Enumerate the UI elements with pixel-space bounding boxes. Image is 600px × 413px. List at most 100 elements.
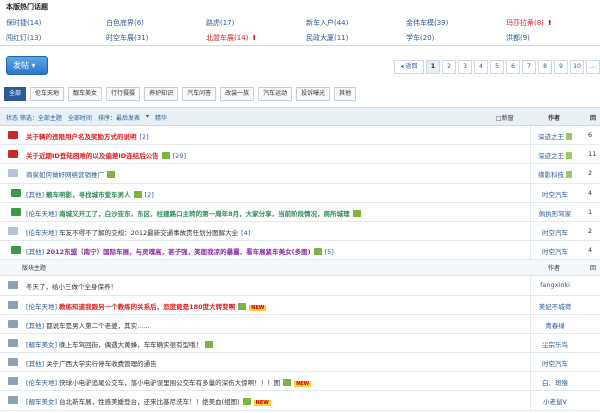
thread-category-link[interactable]: [其他] bbox=[26, 360, 44, 368]
page-link[interactable]: … bbox=[586, 60, 600, 74]
page-count-link[interactable]: [29] bbox=[173, 152, 186, 160]
thread-title-link[interactable]: 商家如何做好网络营销推广 bbox=[26, 171, 104, 179]
author-link[interactable]: 缘影科技 bbox=[538, 171, 564, 179]
hot-topic-link[interactable]: 闯红灯(13) bbox=[6, 33, 106, 43]
page-link[interactable]: 8 bbox=[538, 60, 552, 74]
page-link[interactable]: 10 bbox=[570, 60, 584, 74]
hot-topic-link[interactable]: 民政大厦(11) bbox=[306, 33, 406, 43]
page-count-link[interactable]: [4] bbox=[241, 229, 250, 237]
author-link[interactable]: 青春绿 bbox=[545, 322, 565, 330]
thread-title-link[interactable]: 台北新车展，性感美媛登台，还来比基尼洗车！！绝美血(组图) bbox=[59, 398, 240, 406]
hot-topic-link[interactable]: 洪都(9) bbox=[506, 33, 600, 43]
page-count-link[interactable]: [2] bbox=[145, 191, 154, 199]
category-tab[interactable]: 伦车天地 bbox=[30, 87, 65, 101]
hot-topic-link[interactable]: 新车入户(44) bbox=[306, 18, 406, 28]
hot-topic-link[interactable]: 路虎(17) bbox=[206, 18, 306, 28]
thread-category-link[interactable]: [伦车天地] bbox=[26, 210, 57, 218]
category-tab[interactable]: 其他 bbox=[334, 87, 357, 101]
thread-category-link[interactable]: [其他] bbox=[26, 191, 44, 199]
table-row[interactable]: [伦车天地] 南城又开工了，白沙亚东，东区，柱建路口主转的第一周年8月，大家分享，… bbox=[0, 202, 600, 222]
table-row[interactable]: [其他] 2012东盟（南宁）国际车展，与灵魂高，甚子强，笑面我凉的暴露，看车展紧… bbox=[0, 241, 600, 261]
author-link[interactable]: 时空汽车 bbox=[542, 360, 568, 368]
thread-title-link[interactable]: 冬天了，给小三做个全身保养！ bbox=[26, 283, 117, 291]
thread-title-link[interactable]: 都说车是男人第二个老婆，其实...... bbox=[46, 322, 149, 330]
category-tab[interactable]: 靓车美女 bbox=[68, 87, 103, 101]
page-link[interactable]: 2 bbox=[442, 60, 456, 74]
hot-topic-link[interactable]: 时空车展(31) bbox=[106, 33, 206, 43]
thread-category-link[interactable]: [其他] bbox=[26, 248, 44, 256]
author-link[interactable]: 小老鼠V bbox=[543, 398, 567, 406]
page-link[interactable]: 6 bbox=[506, 60, 520, 74]
author-link[interactable]: 佩执形驾家 bbox=[539, 210, 572, 218]
hot-topic-link[interactable]: 白色底界(6) bbox=[106, 18, 206, 28]
category-tab[interactable]: 改装一族 bbox=[220, 87, 255, 101]
hot-topic-link[interactable]: 北盟车展(14) ⬆ bbox=[206, 33, 306, 43]
table-row[interactable]: 商家如何做好网络营销推广 缘影科技 2 bbox=[0, 164, 600, 184]
thread-category-link[interactable]: [伦车天地] bbox=[26, 303, 57, 311]
table-row[interactable]: [其他] 靓车明影，寻找城市爱车男人 [2] 时空汽车 4 bbox=[0, 183, 600, 203]
table-row[interactable]: [靓车美女] 晚上车驾回街，偶遇大黄蜂，车车确实很有型哦！ 尘宗乐鸟 bbox=[0, 333, 600, 354]
filter-option[interactable]: 精华 bbox=[155, 113, 167, 122]
pinned-thread-icon bbox=[8, 131, 18, 139]
thread-title-link[interactable]: 晚上车驾回街，偶遇大黄蜂，车车确实很有型哦！ bbox=[59, 341, 202, 349]
table-row[interactable]: [伦车天地] 教练知道我跟另一个教练的关系后，恋度竟是180度大转变啊 NEW 美妃不… bbox=[0, 295, 600, 315]
page-link[interactable]: 1 bbox=[426, 60, 440, 74]
thread-title-link[interactable]: 关于近期ID登陆困难的以及偏差ID连结后公告 bbox=[26, 152, 159, 160]
category-tab[interactable]: 汽车运动 bbox=[258, 87, 293, 101]
page-link[interactable]: 3 bbox=[458, 60, 472, 74]
author-link[interactable]: 深迹之王 bbox=[538, 133, 564, 141]
category-tab[interactable]: 投诉曝光 bbox=[296, 87, 331, 101]
author-link[interactable]: 时空汽车 bbox=[542, 191, 568, 199]
new-post-button[interactable]: 发帖 ▾ bbox=[6, 56, 48, 75]
hot-topic-link[interactable]: 保时捷(14) bbox=[6, 18, 106, 28]
table-row[interactable]: [伦车天地] 快球小电驴追尾公交车，落小电驴误里围公交车有多量的深伤大惊啊！！！图… bbox=[0, 372, 600, 392]
table-row[interactable]: [伦车天地] 车友不得不了解的交规：2012最新交通事故责任划分图解大全 [4] 时空… bbox=[0, 221, 600, 242]
thread-title-link[interactable]: 快球小电驴追尾公交车，落小电驴误里围公交车有多量的深伤大惊啊！！！图 bbox=[59, 379, 280, 387]
thread-title-link[interactable]: 教练知道我跟另一个教练的关系后，恋度竟是180度大转变啊 bbox=[59, 303, 235, 311]
thread-title-link[interactable]: 车友不得不了解的交规：2012最新交通事故责任划分图解大全 bbox=[59, 229, 238, 237]
thread-title-link[interactable]: 2012东盟（南宁）国际车展，与灵魂高，甚子强，笑面我凉的暴露，看车展紧车美女(… bbox=[46, 248, 311, 256]
hot-topic-link[interactable]: 玛莎拉蒂(8) ⬆ bbox=[506, 18, 600, 28]
thread-category-link[interactable]: [伦车天地] bbox=[26, 379, 57, 387]
filter-option[interactable]: 状态 筛选：全部主题 bbox=[6, 113, 62, 122]
table-row[interactable]: [其他] 关于广西大学实行停车收费管理的通告 时空汽车 bbox=[0, 353, 600, 373]
filter-option[interactable]: 全部时间 bbox=[68, 113, 92, 122]
page-link[interactable]: 4 bbox=[474, 60, 488, 74]
table-row[interactable]: 关于近期ID登陆困难的以及偏差ID连结后公告 [29] 深迹之王 11 bbox=[0, 145, 600, 165]
new-window-checkbox[interactable]: □新窗 bbox=[496, 113, 514, 122]
category-tab[interactable]: 养护知识 bbox=[144, 87, 179, 101]
table-row[interactable]: [其他] 都说车是男人第二个老婆，其实...... 青春绿 bbox=[0, 314, 600, 334]
thread-title-link[interactable]: 南城又开工了，白沙亚东，东区，柱建路口主转的第一周年8月，大家分享，当前阶段情况… bbox=[59, 210, 350, 218]
author-link[interactable]: 时空汽车 bbox=[542, 229, 568, 237]
page-link[interactable]: 5 bbox=[490, 60, 504, 74]
thread-category-link[interactable]: [靓车美女] bbox=[26, 398, 57, 406]
thread-category-link[interactable]: [其他] bbox=[26, 322, 44, 330]
hot-topic-link[interactable]: 学车(20) bbox=[406, 33, 506, 43]
author-link[interactable]: 时空汽车 bbox=[542, 248, 568, 256]
table-row[interactable]: [靓车美女] 台北新车展，性感美媛登台，还来比基尼洗车！！绝美血(组图) NEW 小老… bbox=[0, 391, 600, 411]
hot-topic-label: 金伟车模(39) bbox=[406, 19, 449, 27]
category-tab[interactable]: 汽车问答 bbox=[182, 87, 217, 101]
back-button[interactable]: ◂ 返回 bbox=[394, 60, 424, 74]
table-row[interactable]: 冬天了，给小三做个全身保养！ fangxinki bbox=[0, 276, 600, 296]
thread-title-link[interactable]: 关于辆的违限用户名及奖励方式的说明 bbox=[26, 133, 137, 141]
page-count-link[interactable]: [2] bbox=[140, 133, 149, 141]
table-row[interactable]: 关于辆的违限用户名及奖励方式的说明 [2] 深迹之王 6 bbox=[0, 126, 600, 146]
category-tab[interactable]: 行行摄摄 bbox=[106, 87, 141, 101]
thread-category-link[interactable]: [靓车美女] bbox=[26, 341, 57, 349]
thread-category-link[interactable]: [伦车天地] bbox=[26, 229, 57, 237]
author-link[interactable]: 美妃不城荷 bbox=[539, 303, 572, 311]
author-link[interactable]: 深迹之王 bbox=[538, 152, 564, 160]
page-link[interactable]: 7 bbox=[522, 60, 536, 74]
category-tab[interactable]: 全部 bbox=[4, 87, 27, 101]
author-link[interactable]: fangxinki bbox=[540, 281, 570, 289]
filter-option[interactable]: ▾ bbox=[146, 113, 149, 122]
author-link[interactable]: 尘宗乐鸟 bbox=[542, 341, 568, 349]
thread-title-link[interactable]: 关于广西大学实行停车收费管理的通告 bbox=[46, 360, 157, 368]
hot-topic-link[interactable]: 金伟车模(39) bbox=[406, 18, 506, 28]
page-count-link[interactable]: [5] bbox=[325, 248, 334, 256]
author-link[interactable]: 白、斑猴 bbox=[542, 379, 568, 387]
page-link[interactable]: 9 bbox=[554, 60, 568, 74]
filter-option[interactable]: 排序：最后发表 bbox=[98, 113, 140, 122]
thread-title-link[interactable]: 靓车明影，寻找城市爱车男人 bbox=[46, 191, 131, 199]
